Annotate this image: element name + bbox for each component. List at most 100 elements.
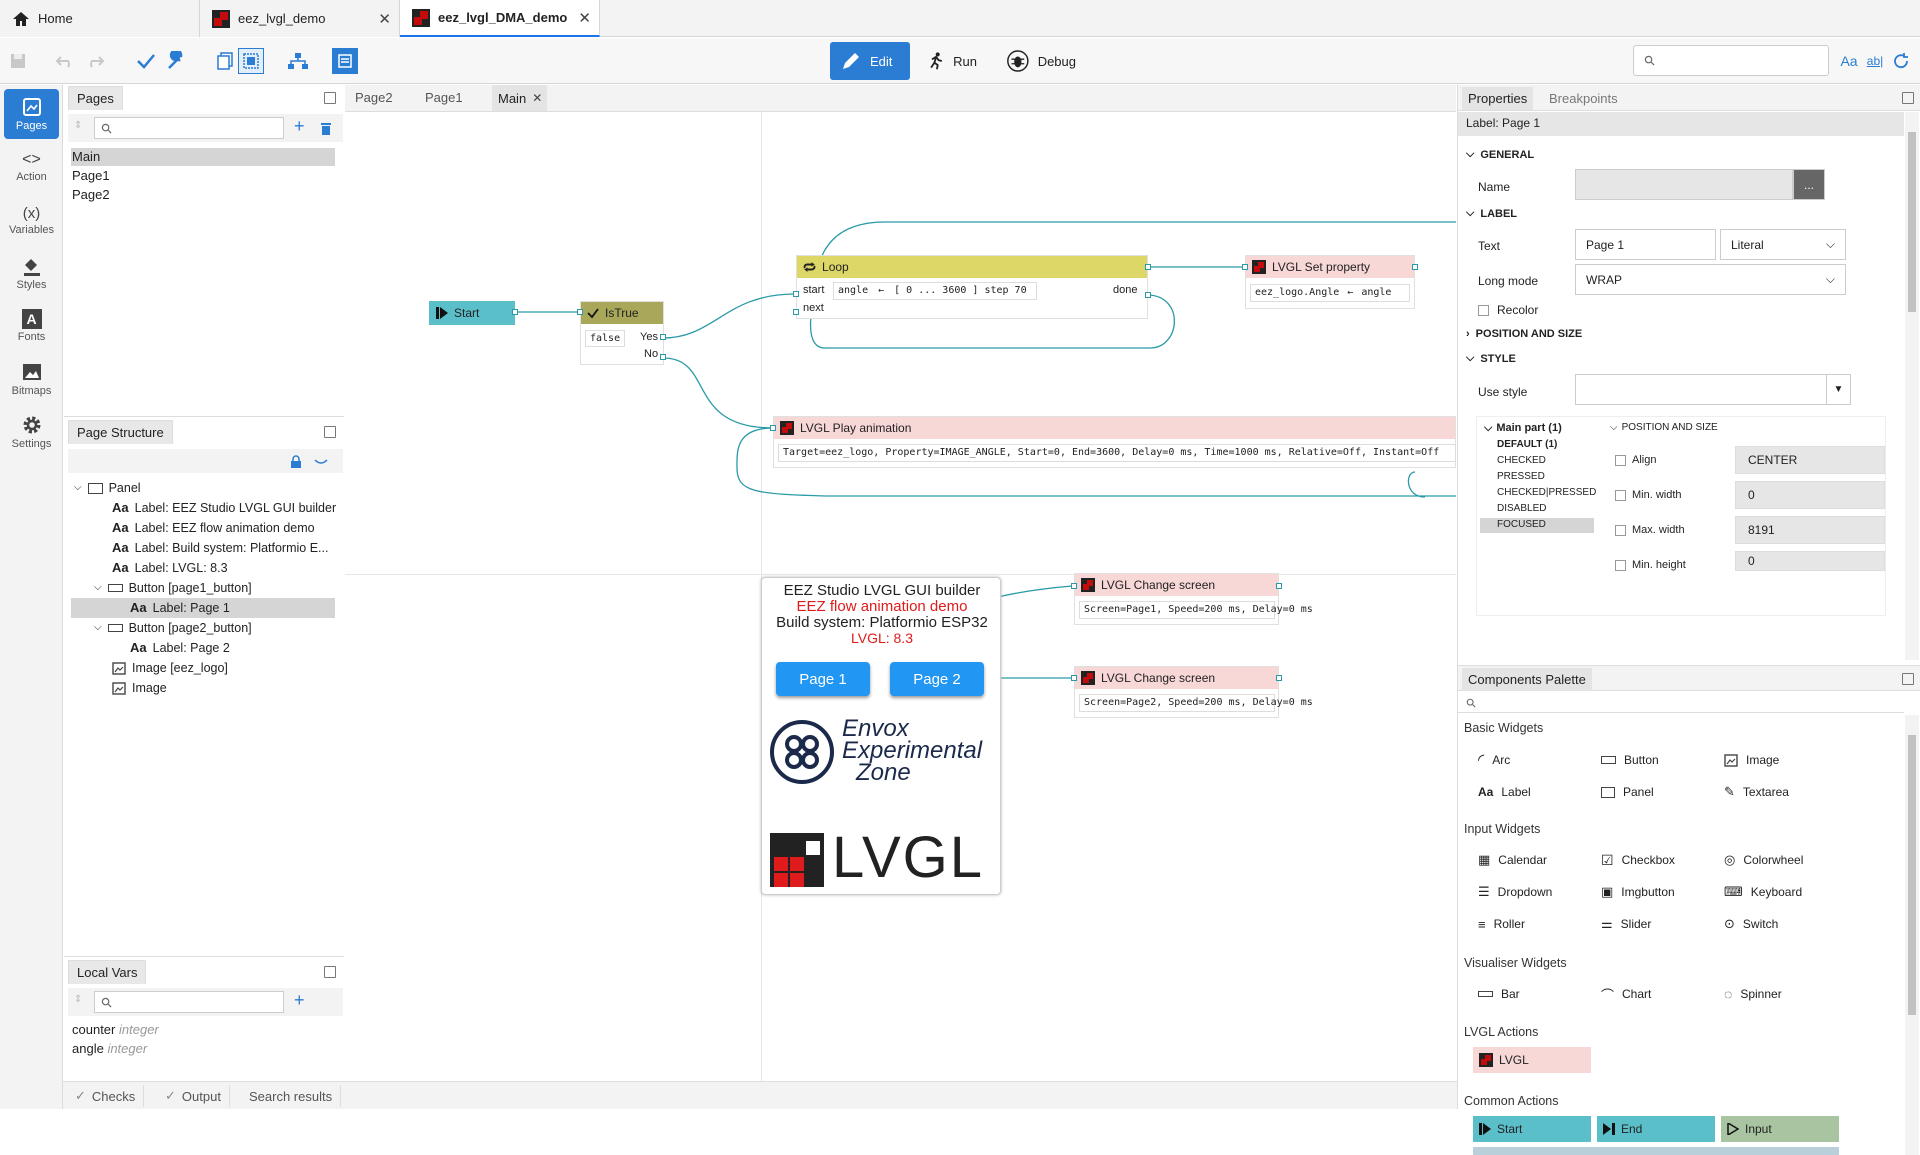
section-style[interactable]: ⌵ STYLE [1466, 352, 1516, 365]
minwidth-value[interactable]: 0 [1735, 481, 1885, 509]
style-possize-header[interactable]: ⌵ POSITION AND SIZE [1610, 422, 1718, 433]
change2-in-port[interactable] [1071, 675, 1077, 681]
checks-tab[interactable]: ✓ Checks [67, 1085, 145, 1107]
palette-spinner[interactable]: ◌ Spinner [1724, 984, 1782, 1004]
recolor-checkbox[interactable]: Recolor [1478, 303, 1538, 317]
search-results-tab[interactable]: Search results [241, 1085, 342, 1107]
section-position-size[interactable]: › POSITION AND SIZE [1466, 328, 1582, 340]
no-out-port[interactable] [660, 354, 666, 360]
flow-node-loop[interactable]: 🔁︎ Loop start next angle ← [ 0 ... 3600 … [796, 255, 1148, 319]
tree-item[interactable]: Aa Label: EEZ flow animation demo [112, 518, 315, 538]
loop-seqout-port[interactable] [1145, 264, 1151, 270]
tree-item-panel[interactable]: ⌵ Panel [74, 478, 141, 498]
palette-panel[interactable]: Panel [1601, 782, 1654, 802]
save-icon[interactable] [5, 48, 31, 74]
change1-in-port[interactable] [1071, 583, 1077, 589]
expand-icon[interactable] [1902, 92, 1914, 104]
palette-image[interactable]: Image [1724, 750, 1779, 770]
tab-home[interactable]: Home [0, 0, 200, 37]
tree-item[interactable]: Aa Label: Build system: Platformio E... [112, 538, 328, 558]
match-case-icon[interactable]: Aa [1836, 48, 1862, 74]
preview-page2-button[interactable]: Page 2 [890, 662, 984, 696]
use-style-select[interactable]: ▼ [1575, 374, 1851, 405]
close-icon[interactable]: ✕ [532, 91, 542, 105]
palette-scrollbar[interactable] [1905, 715, 1919, 1155]
check-icon[interactable] [133, 48, 159, 74]
hierarchy-icon[interactable] [285, 48, 311, 74]
palette-input-action[interactable]: Input [1721, 1116, 1839, 1142]
output-tab[interactable]: ✓ Output [157, 1085, 230, 1107]
palette-chart[interactable]: ⌒ Chart [1601, 984, 1651, 1004]
document-view-icon[interactable] [332, 48, 358, 74]
loop-start-port[interactable] [793, 291, 799, 297]
palette-calendar[interactable]: ▦ Calendar [1478, 850, 1547, 870]
flow-node-play-animation[interactable]: LVGL Play animation Target=eez_logo, Pro… [773, 416, 1456, 468]
tree-item-button[interactable]: ⌵ Button [page2_button] [94, 618, 252, 638]
localvars-search-input[interactable] [94, 991, 284, 1013]
close-icon[interactable]: ✕ [578, 9, 591, 27]
palette-checkbox[interactable]: ☑ Checkbox [1601, 850, 1675, 870]
palette-search-input[interactable] [1458, 693, 1904, 713]
local-var-item[interactable]: angle integer [72, 1041, 147, 1056]
longmode-select[interactable]: WRAP ⌵ [1575, 264, 1846, 295]
palette-colorwheel[interactable]: ◎ Colorwheel [1724, 850, 1803, 870]
setprop-in-port[interactable] [1242, 264, 1248, 270]
palette-switch[interactable]: ⊙ Switch [1724, 914, 1778, 934]
change2-out-port[interactable] [1276, 675, 1282, 681]
name-input[interactable] [1575, 169, 1793, 200]
flow-node-change-screen-1[interactable]: LVGL Change screen Screen=Page1, Speed=2… [1074, 573, 1313, 625]
name-browse-button[interactable]: ... [1793, 169, 1825, 200]
minheight-row[interactable]: Min. height [1615, 559, 1686, 571]
redo-icon[interactable] [82, 48, 108, 74]
search-input[interactable] [1633, 45, 1829, 76]
page-preview[interactable]: EEZ Studio LVGL GUI builder EEZ flow ani… [761, 577, 1001, 895]
text-input[interactable]: Page 1 [1575, 229, 1716, 260]
edit-mode-button[interactable]: Edit [830, 42, 910, 80]
nav-fonts[interactable]: A Fonts [4, 301, 59, 351]
palette-keyboard[interactable]: ⌨ Keyboard [1724, 882, 1802, 902]
tab-breakpoints[interactable]: Breakpoints [1543, 87, 1624, 110]
text-type-select[interactable]: Literal ⌵ [1720, 229, 1846, 260]
loop-done-port[interactable] [1145, 292, 1151, 298]
eye-icon[interactable] [314, 457, 328, 465]
section-general[interactable]: ⌵ GENERAL [1466, 148, 1534, 161]
nav-variables[interactable]: (x) Variables [4, 195, 59, 245]
expand-icon[interactable] [324, 92, 336, 104]
palette-button[interactable]: Button [1601, 750, 1659, 770]
main-part-header[interactable]: ⌵ Main part (1) [1484, 422, 1562, 435]
tree-item-selected[interactable]: Aa Label: Page 1 [130, 598, 230, 618]
tree-item[interactable]: Aa Label: EEZ Studio LVGL GUI builder [112, 498, 336, 518]
run-mode-button[interactable]: Run [917, 42, 987, 80]
add-page-button[interactable]: + [294, 116, 305, 137]
flow-node-start[interactable]: Start [429, 301, 515, 325]
scrollbar-thumb[interactable] [1908, 735, 1916, 1015]
nav-settings[interactable]: Settings [4, 407, 59, 457]
palette-roller[interactable]: ≡ Roller [1478, 914, 1525, 934]
flow-canvas[interactable]: Start IsTrue false Yes No 🔁︎ Loop start … [345, 112, 1456, 1082]
loop-next-port[interactable] [793, 309, 799, 315]
local-var-item[interactable]: counter integer [72, 1022, 159, 1037]
delete-icon[interactable] [320, 122, 332, 135]
state-default[interactable]: DEFAULT (1) [1497, 439, 1557, 450]
sort-icon[interactable]: ⇕ [74, 994, 82, 1005]
palette-label[interactable]: Aa Label [1478, 782, 1531, 802]
nav-action[interactable]: <> Action [4, 142, 59, 192]
palette-dropdown[interactable]: ☰ Dropdown [1478, 882, 1552, 902]
nav-bitmaps[interactable]: Bitmaps [4, 354, 59, 404]
tree-item-button[interactable]: ⌵ Button [page1_button] [94, 578, 252, 598]
tab-eez-lvgl-demo[interactable]: eez_lvgl_demo ✕ [200, 0, 400, 37]
palette-end-action[interactable]: End [1597, 1116, 1715, 1142]
align-row[interactable]: Align [1615, 454, 1656, 466]
page-item-page1[interactable]: Page1 [72, 167, 110, 185]
page-item-main[interactable]: Main [72, 148, 100, 166]
flow-node-set-property[interactable]: LVGL Set property eez_logo.Angle ← angle [1245, 255, 1415, 309]
lock-icon[interactable] [290, 455, 302, 468]
editor-tab-page2[interactable]: Page2 [345, 85, 405, 111]
tree-item[interactable]: Aa Label: Page 2 [130, 638, 230, 658]
debug-mode-button[interactable]: Debug [996, 42, 1086, 80]
istrue-in-port[interactable] [577, 309, 583, 315]
properties-scrollbar[interactable] [1905, 112, 1919, 660]
palette-arc[interactable]: ◜ Arc [1478, 750, 1510, 770]
expand-icon[interactable] [324, 426, 336, 438]
maxwidth-value[interactable]: 8191 [1735, 516, 1885, 544]
